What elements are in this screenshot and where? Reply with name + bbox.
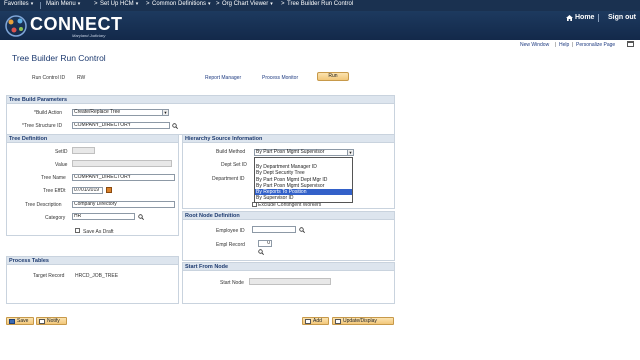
tree-build-parameters-section: Tree Build Parameters — [6, 95, 395, 135]
run-control-label: Run Control ID — [32, 75, 66, 81]
build-action-select[interactable]: Create/Replace Tree ▼ — [72, 109, 169, 116]
util-separator: | — [572, 42, 574, 48]
start-node-label: Start Node — [220, 280, 244, 286]
nav-divider — [40, 2, 41, 9]
employee-id-input[interactable] — [252, 226, 296, 233]
empl-record-label: Empl Record — [216, 242, 245, 248]
tree-effdt-label: Tree EffDt — [43, 188, 66, 194]
new-window-link[interactable]: New Window — [520, 42, 549, 48]
section-header: Process Tables — [7, 257, 178, 265]
chevron-down-icon: ▼ — [347, 150, 353, 155]
lookup-icon[interactable] — [172, 123, 178, 129]
target-record-label: Target Record — [33, 273, 65, 279]
process-monitor-link[interactable]: Process Monitor — [262, 75, 298, 81]
process-tables-section: Process Tables — [6, 256, 179, 304]
employee-id-label: Employee ID — [216, 228, 245, 234]
tree-description-label: Tree Description — [25, 202, 62, 208]
nav-sep-chevron: > — [146, 1, 150, 7]
save-button[interactable]: Save — [6, 317, 34, 325]
top-nav-bar: Favorites ▾ Main Menu ▾ > Set Up HCM ▾ > Co… — [0, 0, 640, 11]
tree-structure-input[interactable]: COMPANY_DIRECTORY — [72, 122, 170, 129]
sign-out-link[interactable]: Sign out — [608, 14, 636, 21]
section-header: Start From Node — [183, 263, 394, 271]
tree-effdt-input[interactable]: 07/01/2019 — [72, 187, 103, 194]
category-input[interactable]: HR — [72, 213, 135, 220]
update-display-button[interactable]: Update/Display — [332, 317, 394, 325]
build-action-label: *Build Action — [34, 110, 63, 116]
dropdown-option[interactable]: By Supervisor ID — [255, 195, 352, 201]
lookup-icon[interactable] — [299, 227, 305, 233]
section-header: Root Node Definition — [183, 212, 394, 220]
nav-sep-chevron: > — [94, 1, 98, 7]
tree-name-input[interactable]: COMPANY_DIRECTORY — [72, 174, 175, 181]
department-id-label: Department ID — [212, 176, 245, 182]
nav-set-up-hcm[interactable]: Set Up HCM ▾ — [100, 1, 138, 7]
section-header: Tree Definition — [7, 135, 178, 143]
connect-logo-icon — [5, 15, 27, 37]
chevron-down-icon: ▼ — [162, 110, 168, 115]
header-divider — [598, 14, 599, 22]
value-label: Value — [55, 162, 68, 168]
nav-common-definitions[interactable]: Common Definitions ▾ — [152, 1, 211, 7]
category-label: Category — [45, 215, 66, 221]
nav-sep-chevron: > — [216, 1, 220, 7]
update-display-icon — [335, 319, 341, 324]
start-node-input — [249, 278, 331, 285]
personalize-page-link[interactable]: Personalize Page — [576, 42, 615, 48]
home-link[interactable]: Home — [575, 14, 594, 21]
home-icon[interactable] — [566, 15, 573, 21]
page-title: Tree Builder Run Control — [12, 53, 106, 63]
add-button[interactable]: Add — [302, 317, 329, 325]
page-options-icon[interactable] — [627, 41, 634, 47]
util-separator: | — [555, 42, 557, 48]
target-record-value: HRCD_JOB_TREE — [75, 273, 119, 279]
lookup-icon[interactable] — [138, 214, 144, 220]
nav-favorites[interactable]: Favorites ▾ — [4, 1, 33, 7]
report-manager-link[interactable]: Report Manager — [205, 75, 241, 81]
build-method-label: Build Method — [216, 149, 246, 155]
nav-tree-builder-run-control[interactable]: Tree Builder Run Control — [287, 1, 353, 7]
nav-org-chart-viewer[interactable]: Org Chart Viewer ▾ — [222, 1, 273, 7]
nav-sep-chevron: > — [281, 1, 285, 7]
help-link[interactable]: Help — [559, 42, 569, 48]
tree-name-label: Tree Name — [41, 175, 66, 181]
save-as-draft-checkbox[interactable] — [75, 228, 80, 233]
section-header: Hierarchy Source Information — [183, 135, 394, 143]
setid-input — [72, 147, 95, 154]
add-icon — [305, 319, 311, 324]
root-node-definition-section: Root Node Definition — [182, 211, 395, 261]
empl-record-input[interactable]: 0 — [258, 240, 272, 247]
run-control-value: RW — [77, 75, 86, 81]
tree-description-input[interactable]: Company Directory — [72, 201, 175, 208]
run-button[interactable]: Run — [317, 72, 349, 81]
build-method-dropdown-list[interactable]: By Department Manager ID By Dept Securit… — [254, 157, 353, 203]
tree-structure-label: *Tree Structure ID — [22, 123, 63, 129]
calendar-icon[interactable] — [106, 187, 112, 193]
nav-main-menu[interactable]: Main Menu ▾ — [46, 1, 80, 7]
section-header: Tree Build Parameters — [7, 96, 394, 104]
app-header: CONNECT Maryland Judiciary Home Sign out — [0, 11, 640, 40]
dept-set-id-label: Dept Set ID — [221, 162, 247, 168]
save-icon — [9, 319, 15, 324]
notify-button[interactable]: Notify — [36, 317, 67, 325]
logo-wordmark: CONNECT — [30, 14, 123, 34]
build-method-select[interactable]: By Part Posn Mgmt Supervisor ▼ — [254, 149, 354, 156]
lookup-icon[interactable] — [258, 249, 264, 255]
setid-label: SetID — [55, 149, 68, 155]
value-input — [72, 160, 172, 167]
notify-icon — [39, 319, 45, 324]
save-as-draft-label: Save As Draft — [83, 229, 114, 235]
logo-subtitle: Maryland Judiciary — [72, 33, 106, 38]
